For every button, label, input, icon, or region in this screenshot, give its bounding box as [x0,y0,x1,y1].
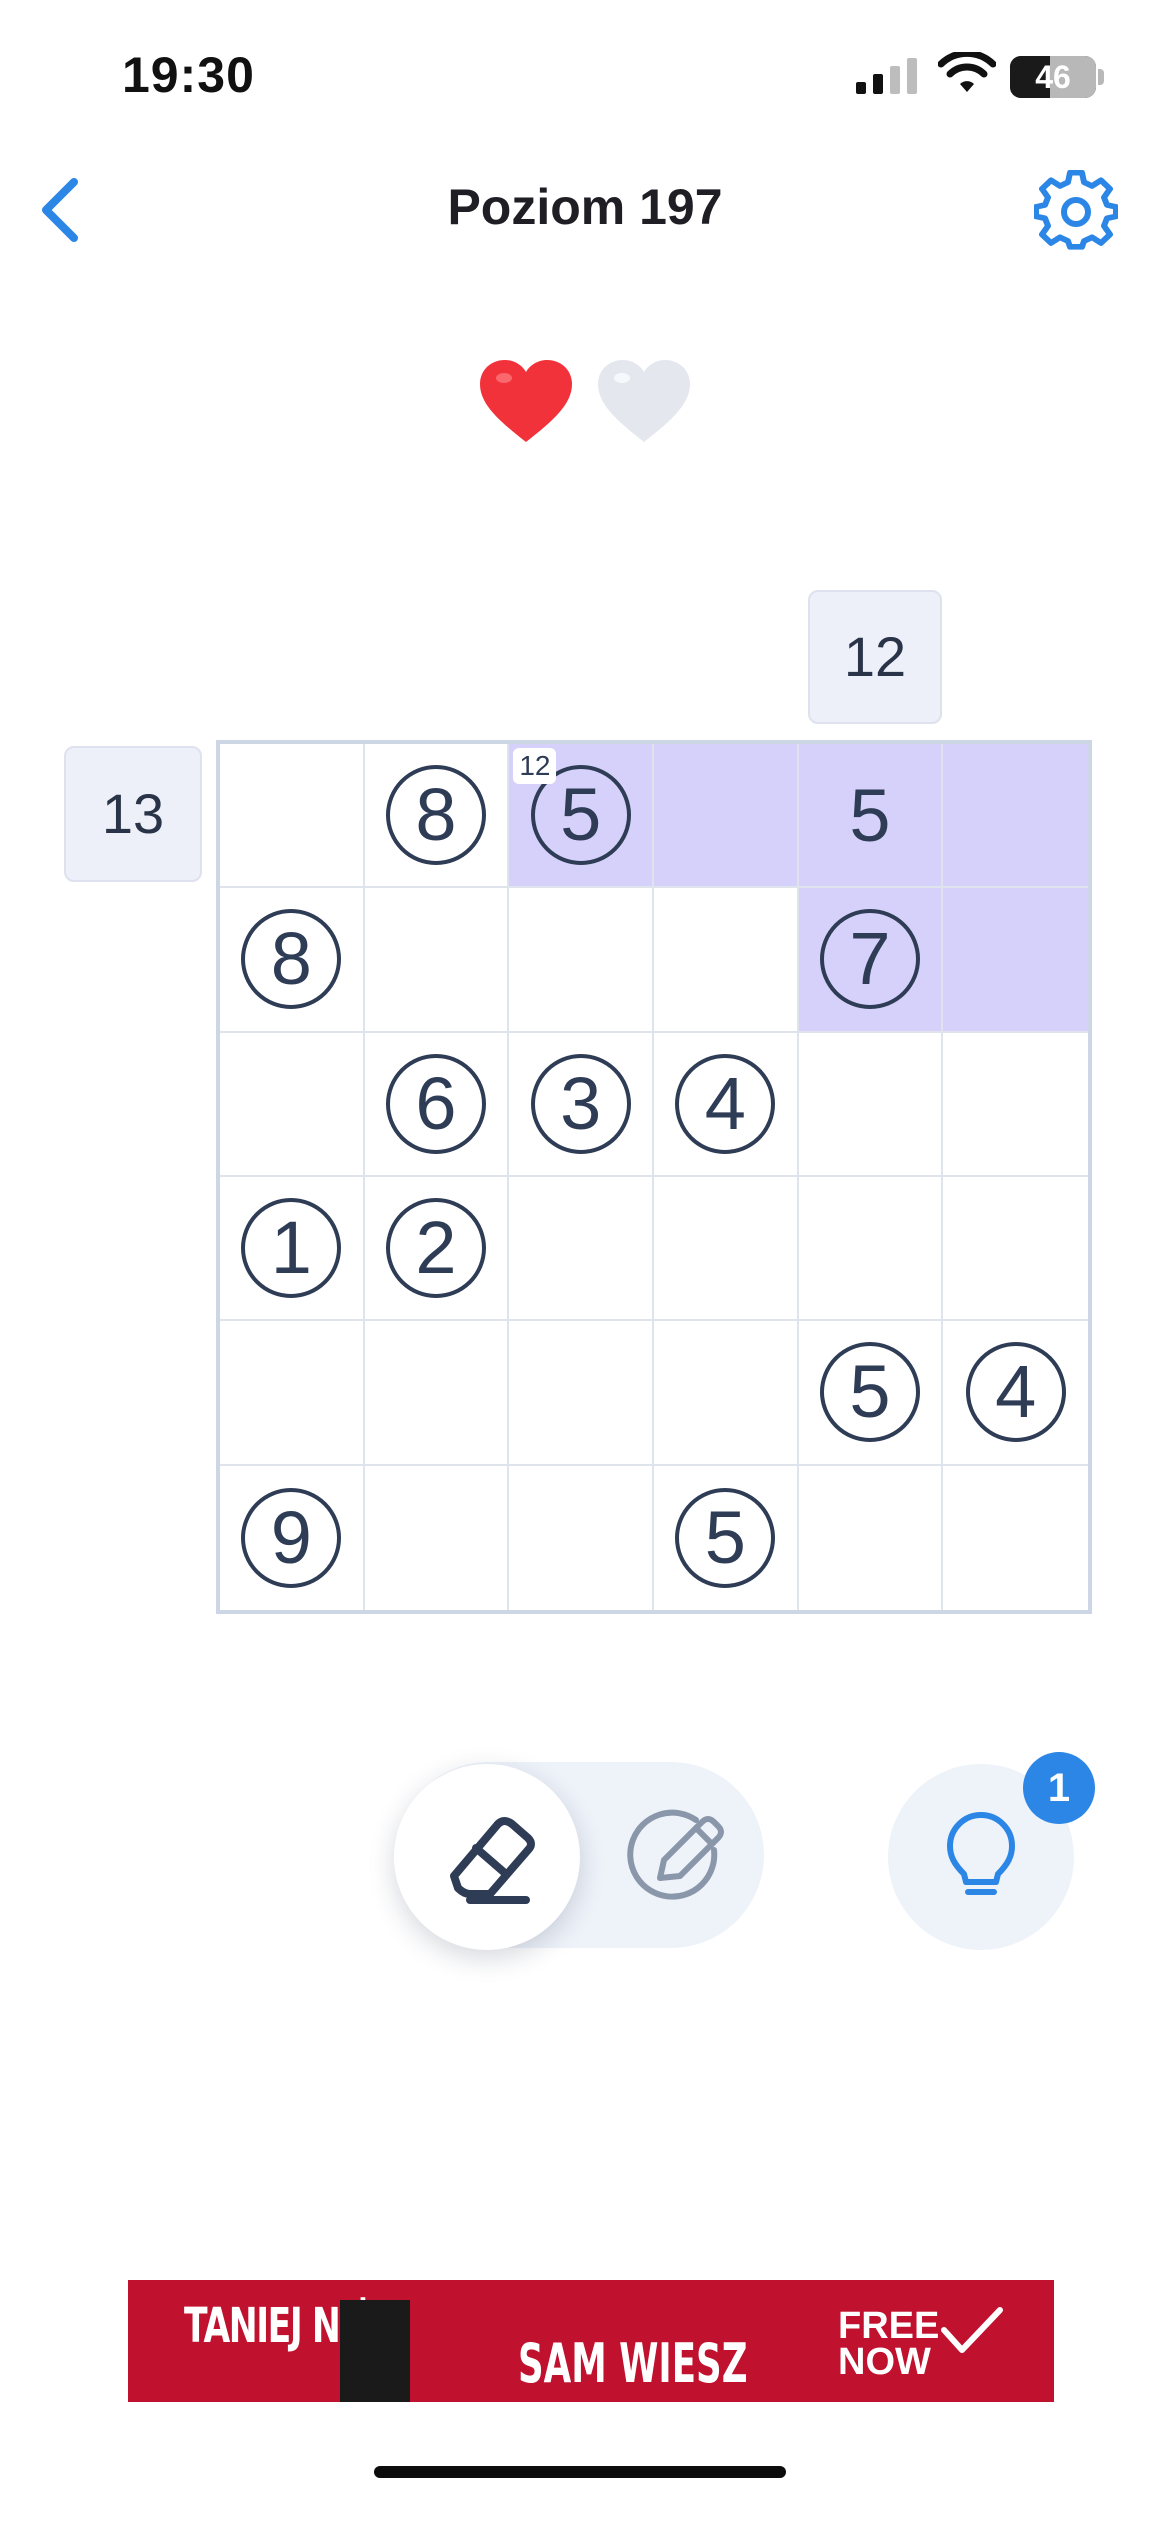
grid-cell[interactable] [220,1032,365,1177]
grid-cell[interactable] [364,888,510,1033]
grid-cell[interactable] [654,1176,799,1322]
grid-cell[interactable] [654,1321,799,1466]
grid-cell[interactable]: 4 [654,1032,799,1177]
grid-cell[interactable]: 4 [943,1321,1088,1466]
eraser-button[interactable] [394,1764,580,1950]
ad-cta: FREE NOW [838,2305,940,2383]
battery-indicator: 46 [1010,56,1096,98]
row-sum-clue: 13 [64,746,202,882]
grid-cell[interactable]: 2 [364,1176,510,1322]
grid-cell[interactable] [509,888,654,1033]
circled-number: 6 [385,1053,486,1154]
ad-image [340,2300,410,2402]
eraser-icon [450,1817,535,1904]
grid-cell[interactable] [943,888,1088,1033]
battery-tip [1098,69,1104,85]
ad-middle-text: SAM WIESZ KOGO [518,2332,748,2402]
grid-cell[interactable] [364,1321,510,1466]
grid-cell[interactable] [799,1465,944,1610]
grid-cell[interactable] [798,1032,944,1177]
cell-number: 5 [849,773,891,857]
grid-cell[interactable] [943,1033,1088,1177]
circled-number: 8 [241,909,342,1010]
grid-cell[interactable]: 6 [364,1032,510,1177]
grid-cell[interactable] [509,1465,654,1610]
circled-number: 2 [385,1198,486,1299]
cellular-signal-icon [856,58,917,94]
life-heart-full-icon [480,360,572,442]
grid-cell[interactable] [509,1176,654,1322]
settings-gear-icon[interactable] [1034,170,1118,254]
circled-number: 5 [819,1342,920,1443]
status-time: 19:30 [122,47,255,103]
cage-sum-label: 12 [513,748,557,784]
grid-cell[interactable]: 7 [798,888,944,1033]
grid-cell[interactable] [798,1176,944,1322]
circled-number: 3 [530,1053,631,1154]
circled-number: 4 [965,1342,1066,1443]
battery-level: 46 [1035,59,1071,95]
circled-number: 8 [385,765,486,866]
grid-cell[interactable] [943,1177,1088,1322]
grid-cell[interactable]: 3 [509,1032,654,1177]
circled-number: 4 [675,1053,776,1154]
grid-cell[interactable]: 5 [654,1465,799,1610]
grid-cell[interactable] [220,1321,365,1466]
grid-cell[interactable] [654,888,799,1033]
column-sum-clue: 12 [808,590,942,724]
puzzle-grid: 8 12 5 5 8 7 6 3 4 1 2 5 4 9 5 [216,740,1092,1614]
grid-cell[interactable]: 12 5 [509,744,654,889]
checkmark-icon [941,2307,1003,2353]
grid-cell[interactable]: 8 [364,744,510,889]
grid-cell[interactable]: 5 [798,1321,944,1466]
ad-cta-line2: NOW [838,2341,931,2383]
circled-number: 9 [241,1487,342,1588]
grid-cell[interactable]: 5 [798,744,944,889]
circled-number: 7 [819,909,920,1010]
grid-cell[interactable] [220,744,365,889]
circled-number: 1 [241,1198,342,1299]
grid-cell[interactable] [943,744,1088,889]
circled-number: 5 [675,1487,776,1588]
life-heart-empty-icon [598,360,690,442]
grid-cell[interactable]: 8 [220,888,365,1033]
grid-cell[interactable] [654,744,799,889]
hint-count-badge: 1 [1023,1752,1095,1824]
ad-banner[interactable]: TANIEJ NIŻ SAM WIESZ KOGO FREE NOW [128,2280,1054,2402]
ad-cta-line1: FREE [838,2305,940,2347]
home-indicator [374,2466,786,2478]
page-title: Poziom 197 [447,179,723,235]
grid-cell[interactable]: 1 [220,1176,365,1322]
grid-cell[interactable] [943,1466,1088,1610]
wifi-icon [938,52,996,92]
grid-cell[interactable] [365,1465,510,1610]
grid-cell[interactable]: 9 [220,1465,365,1610]
grid-cell[interactable] [509,1321,654,1466]
pencil-notes-icon[interactable] [610,1792,740,1922]
